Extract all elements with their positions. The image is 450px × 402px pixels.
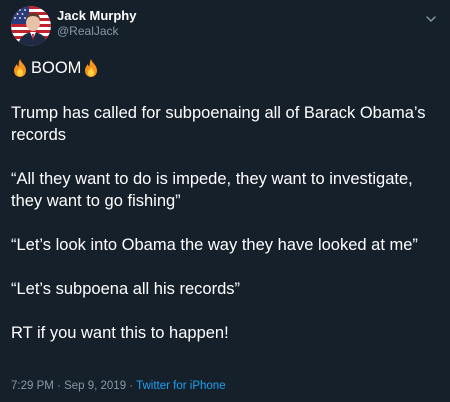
fire-emoji-icon bbox=[11, 58, 29, 78]
meta-separator: · bbox=[126, 380, 137, 392]
tweet-paragraph: RT if you want this to happen! bbox=[11, 324, 229, 342]
chevron-down-icon[interactable] bbox=[425, 10, 437, 22]
tweet-source-link[interactable]: Twitter for iPhone bbox=[136, 380, 225, 392]
tweet-meta: 7:29 PM · Sep 9, 2019 · Twitter for iPho… bbox=[11, 379, 226, 393]
author-block: Jack Murphy @RealJack bbox=[57, 8, 136, 38]
boom-line: BOOM bbox=[11, 56, 443, 80]
author-display-name[interactable]: Jack Murphy bbox=[57, 8, 136, 24]
tweet-text: BOOM Trump has called for subpoenaing al… bbox=[11, 52, 443, 344]
tweet-time[interactable]: 7:29 PM bbox=[11, 380, 54, 392]
us-flag-avatar-image bbox=[11, 6, 51, 46]
tweet-header: Jack Murphy @RealJack bbox=[11, 6, 440, 46]
tweet-date[interactable]: Sep 9, 2019 bbox=[64, 380, 126, 392]
meta-separator: · bbox=[53, 380, 65, 392]
tweet-paragraph: “All they want to do is impede, they wan… bbox=[11, 170, 418, 210]
tweet-paragraph: “Let’s look into Obama the way they have… bbox=[11, 236, 418, 254]
tweet-paragraph: “Let’s subpoena all his records” bbox=[11, 280, 240, 298]
avatar[interactable] bbox=[11, 6, 51, 46]
boom-text: BOOM bbox=[31, 59, 82, 77]
tweet-card: Jack Murphy @RealJack BOOM Trump has cal… bbox=[0, 0, 450, 402]
author-handle[interactable]: @RealJack bbox=[57, 24, 136, 38]
fire-emoji-icon bbox=[82, 58, 100, 78]
tweet-paragraph: Trump has called for subpoenaing all of … bbox=[11, 104, 431, 144]
